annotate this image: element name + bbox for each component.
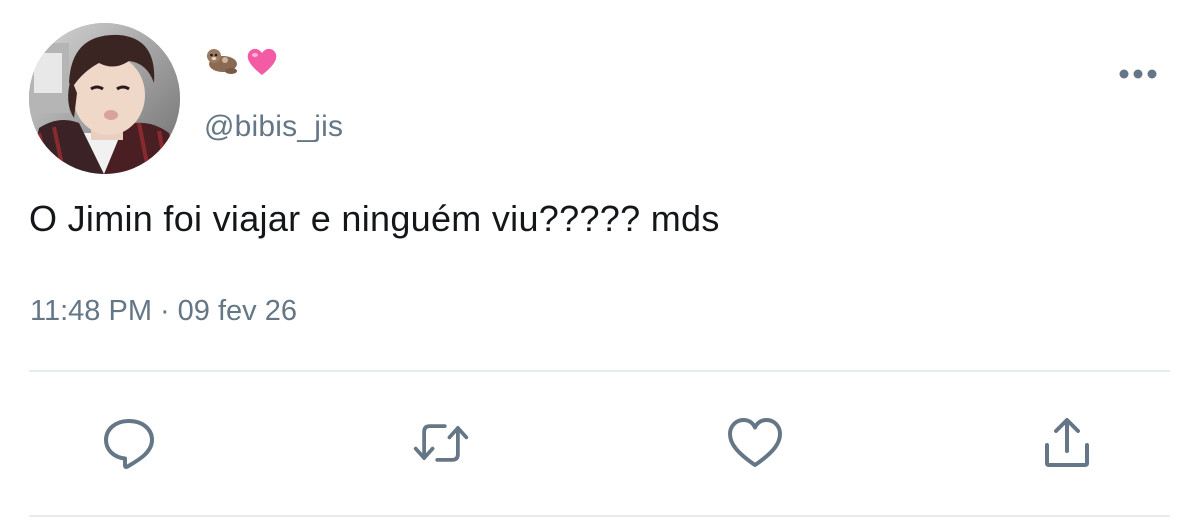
- reply-icon: [104, 419, 154, 469]
- avatar-photo: [29, 23, 180, 174]
- reply-button[interactable]: [99, 413, 159, 473]
- tweet-time: 11:48 PM: [30, 295, 152, 327]
- bottom-divider: [29, 515, 1170, 517]
- display-name[interactable]: [205, 45, 279, 81]
- user-handle[interactable]: @bibis_jis: [204, 110, 343, 144]
- avatar[interactable]: [29, 23, 180, 174]
- divider: [29, 370, 1170, 372]
- like-icon: [728, 418, 782, 467]
- otter-emoji: [205, 46, 241, 80]
- tweet-card: @bibis_jis O Jimin foi viajar e ninguém …: [0, 0, 1199, 530]
- timestamp-separator: ·: [159, 295, 170, 327]
- tweet-timestamp[interactable]: 11:48 PM · 09 fev 26: [30, 295, 297, 328]
- pink-heart-emoji: [245, 45, 279, 81]
- retweet-icon: [413, 424, 469, 462]
- more-options-button[interactable]: [1114, 62, 1162, 86]
- share-icon: [1045, 418, 1089, 467]
- tweet-text: O Jimin foi viajar e ninguém viu????? md…: [29, 198, 720, 239]
- like-button[interactable]: [725, 413, 785, 473]
- share-button[interactable]: [1037, 413, 1097, 473]
- more-dots-icon: [1119, 69, 1157, 79]
- retweet-button[interactable]: [411, 413, 471, 473]
- tweet-date: 09 fev 26: [177, 295, 297, 327]
